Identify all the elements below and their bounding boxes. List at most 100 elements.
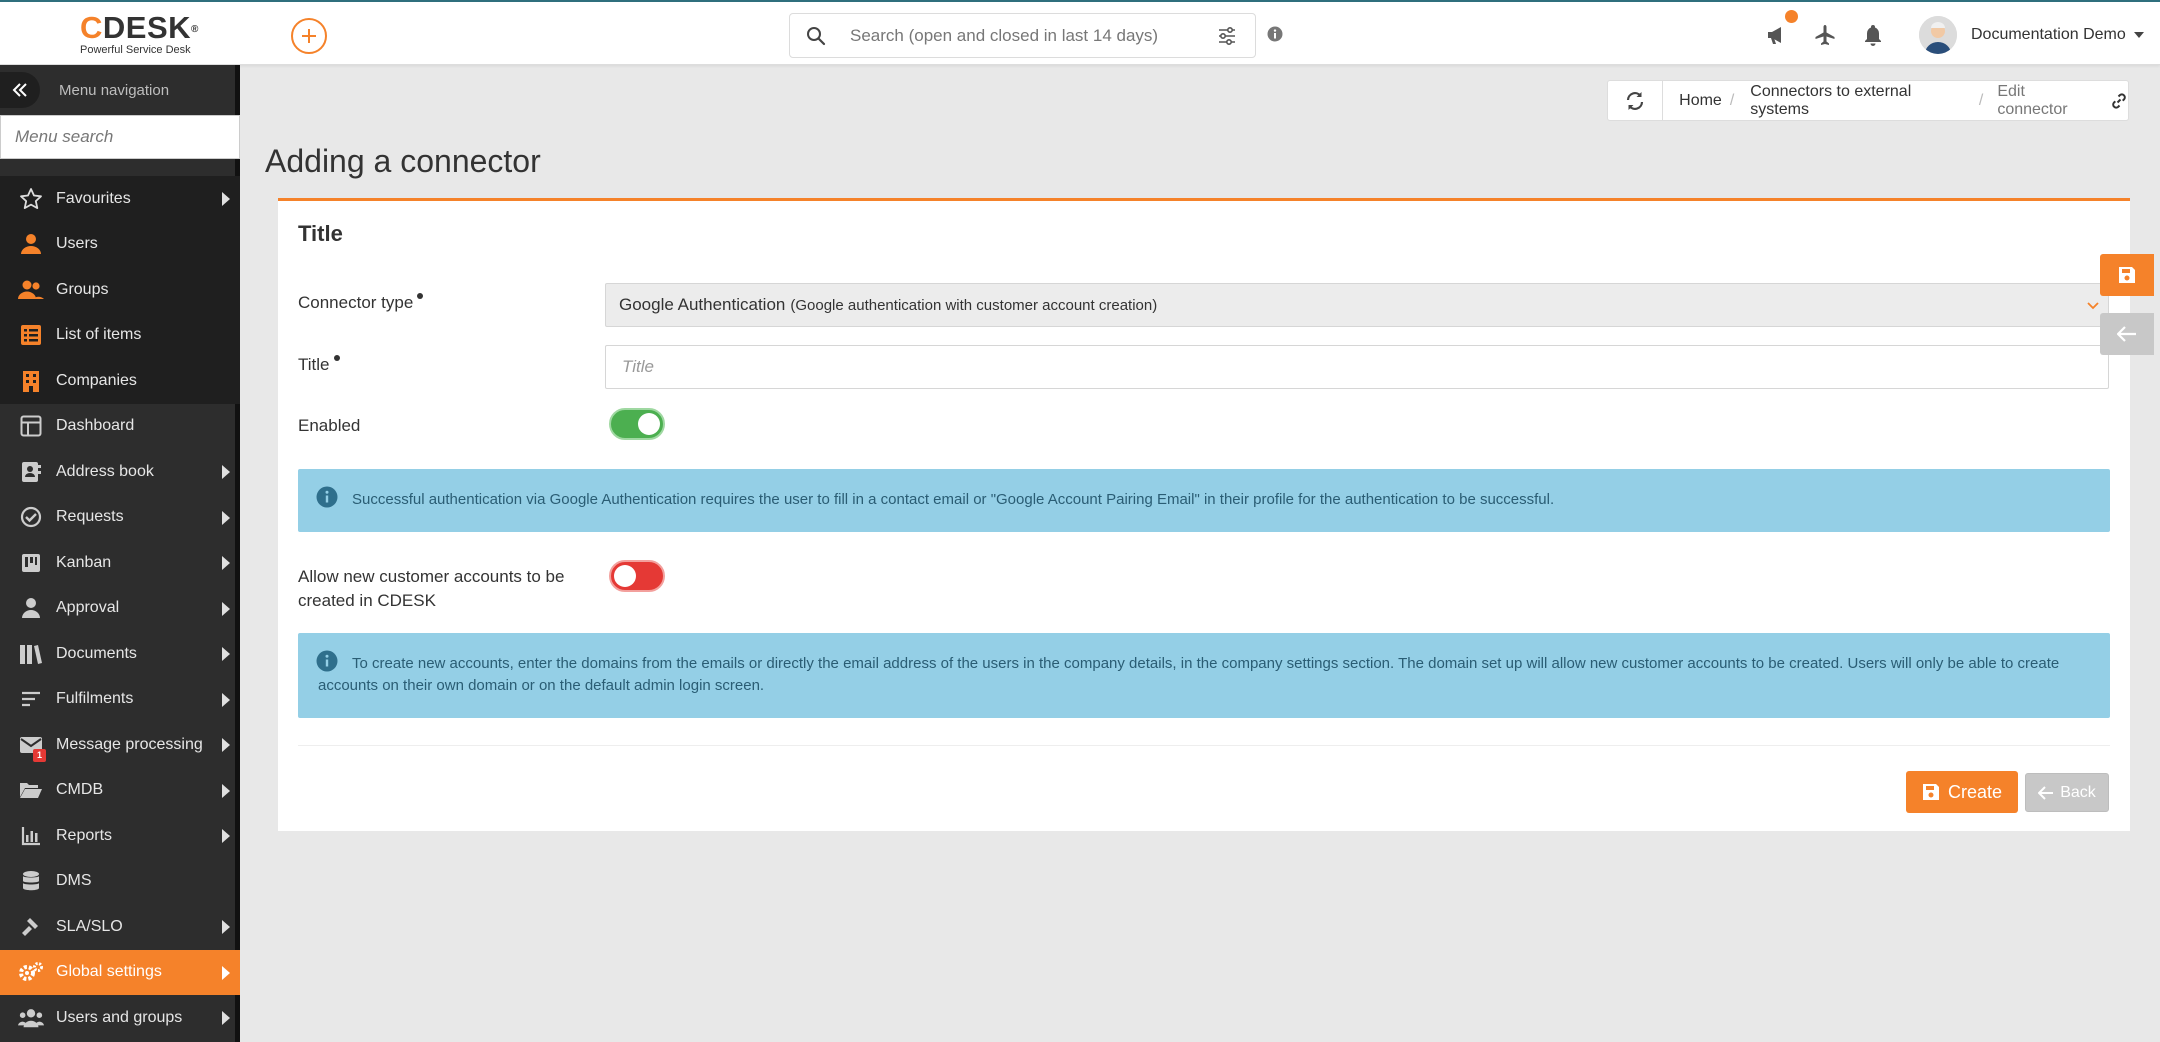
link-icon: [2112, 92, 2126, 109]
folder-open-icon: [20, 783, 42, 799]
sidebar-item-sla-slo[interactable]: SLA/SLO: [0, 904, 240, 950]
save-icon: [1922, 784, 1939, 800]
sidebar-item-fulfilments[interactable]: Fulfilments: [0, 677, 240, 723]
sidebar-item-reports[interactable]: Reports: [0, 813, 240, 859]
user-name: Documentation Demo: [1971, 26, 2126, 43]
info-circle-icon: [316, 486, 338, 508]
caret-right-icon: [222, 556, 230, 570]
kanban-icon: [22, 553, 40, 572]
breadcrumb-home[interactable]: Home: [1679, 92, 1722, 110]
menu-search-input[interactable]: [0, 115, 240, 159]
refresh-icon: [1626, 91, 1644, 110]
database-icon: [23, 871, 39, 891]
gears-icon: [19, 962, 43, 982]
caret-right-icon: [222, 1011, 230, 1025]
breadcrumb: Home / Connectors to external systems / …: [1607, 80, 2129, 121]
title-input[interactable]: [605, 345, 2109, 389]
sidebar-item-dashboard[interactable]: Dashboard: [0, 404, 240, 450]
users-icon: [18, 280, 44, 299]
info-text-auth: Successful authentication via Google Aut…: [352, 491, 1555, 508]
arrow-left-icon: [2117, 326, 2136, 342]
info-text-domains: To create new accounts, enter the domain…: [318, 655, 2060, 694]
info-alert-domains: To create new accounts, enter the domain…: [298, 633, 2110, 718]
megaphone-icon[interactable]: [1765, 24, 1787, 46]
breadcrumb-connectors[interactable]: Connectors to external systems: [1750, 83, 1971, 119]
caret-right-icon: [222, 601, 230, 616]
caret-right-icon: [222, 920, 230, 934]
fulfilments-icon: [22, 692, 40, 707]
page-title: Adding a connector: [265, 143, 541, 179]
sidebar-item-message-processing[interactable]: 1 Message processing: [0, 722, 240, 768]
gavel-icon: [22, 917, 38, 936]
sidebar-item-favourites[interactable]: Favourites: [0, 176, 240, 222]
user-menu[interactable]: Documentation Demo: [1919, 16, 2144, 54]
address-book-icon: [22, 461, 41, 482]
message-badge: 1: [33, 749, 46, 762]
sidebar-item-approval[interactable]: Approval: [0, 586, 240, 632]
connector-type-value: Google Authentication: [619, 295, 786, 314]
allow-new-accounts-label: Allow new customer accounts to be create…: [298, 567, 565, 610]
info-alert-auth: Successful authentication via Google Aut…: [298, 469, 2110, 532]
caret-right-icon: [222, 829, 230, 843]
enabled-toggle[interactable]: [609, 408, 665, 440]
sidebar-item-cmdb[interactable]: CMDB: [0, 768, 240, 814]
create-button[interactable]: Create: [1906, 771, 2018, 813]
sidebar-item-users[interactable]: Users: [0, 221, 240, 267]
sidebar-item-companies[interactable]: Companies: [0, 358, 240, 404]
floating-back-button[interactable]: [2100, 313, 2154, 355]
top-bar: CDESK® Powerful Service Desk Documentati…: [0, 0, 2160, 65]
logo-subtitle: Powerful Service Desk: [80, 44, 191, 56]
caret-right-icon: [222, 192, 230, 206]
copy-link-button[interactable]: [2110, 92, 2128, 110]
sidebar-item-groups[interactable]: Groups: [0, 267, 240, 313]
allow-new-accounts-toggle[interactable]: [609, 560, 665, 592]
users-groups-icon: [18, 1008, 44, 1028]
notification-dot: [1785, 10, 1798, 23]
caret-right-icon: [222, 738, 230, 752]
sidebar-item-global-settings[interactable]: Global settings: [0, 949, 240, 995]
breadcrumb-current: Edit connector: [1997, 82, 2068, 118]
dashboard-icon: [20, 415, 42, 437]
save-icon: [2119, 267, 2135, 283]
caret-right-icon: [222, 783, 230, 798]
requests-icon: [20, 507, 42, 528]
info-icon[interactable]: [1267, 26, 1283, 42]
sidebar-header-label: Menu navigation: [59, 82, 170, 99]
filter-settings-icon[interactable]: [1217, 26, 1237, 46]
back-button[interactable]: Back: [2025, 773, 2109, 812]
sidebar-item-users-and-groups[interactable]: Users and groups: [0, 995, 240, 1041]
title-label: Title: [298, 353, 340, 377]
documents-icon: [20, 644, 42, 664]
chart-icon: [21, 826, 40, 845]
star-icon: [20, 187, 42, 209]
collapse-sidebar-button[interactable]: [0, 72, 40, 108]
global-search-input[interactable]: [850, 22, 1190, 50]
list-icon: [21, 325, 41, 346]
logo[interactable]: CDESK® Powerful Service Desk: [80, 12, 210, 58]
sidebar-menu: Favourites Users Groups List of items Co…: [0, 176, 240, 1041]
sidebar-item-list-of-items[interactable]: List of items: [0, 312, 240, 358]
sidebar-item-documents[interactable]: Documents: [0, 631, 240, 677]
sidebar-item-kanban[interactable]: Kanban: [0, 540, 240, 586]
chevron-down-icon: [2087, 302, 2099, 310]
global-search: [789, 13, 1256, 58]
caret-right-icon: [222, 510, 230, 525]
refresh-button[interactable]: [1608, 80, 1664, 121]
plane-icon[interactable]: [1814, 24, 1836, 46]
building-icon: [23, 370, 39, 392]
add-button[interactable]: [291, 18, 327, 54]
form-divider: [298, 745, 2110, 746]
connector-type-select[interactable]: Google Authentication (Google authentica…: [605, 283, 2109, 327]
double-chevron-left-icon: [12, 83, 27, 97]
bell-icon[interactable]: [1863, 24, 1883, 46]
connector-type-label: Connector type: [298, 291, 424, 315]
avatar: [1919, 16, 1957, 54]
search-icon[interactable]: [806, 26, 826, 46]
caret-right-icon: [222, 647, 230, 661]
sidebar-item-requests[interactable]: Requests: [0, 495, 240, 541]
floating-save-button[interactable]: [2100, 254, 2154, 296]
caret-right-icon: [222, 965, 230, 980]
sidebar-item-address-book[interactable]: Address book: [0, 449, 240, 495]
sidebar-item-dms[interactable]: DMS: [0, 859, 240, 905]
section-title: Title: [298, 221, 343, 246]
